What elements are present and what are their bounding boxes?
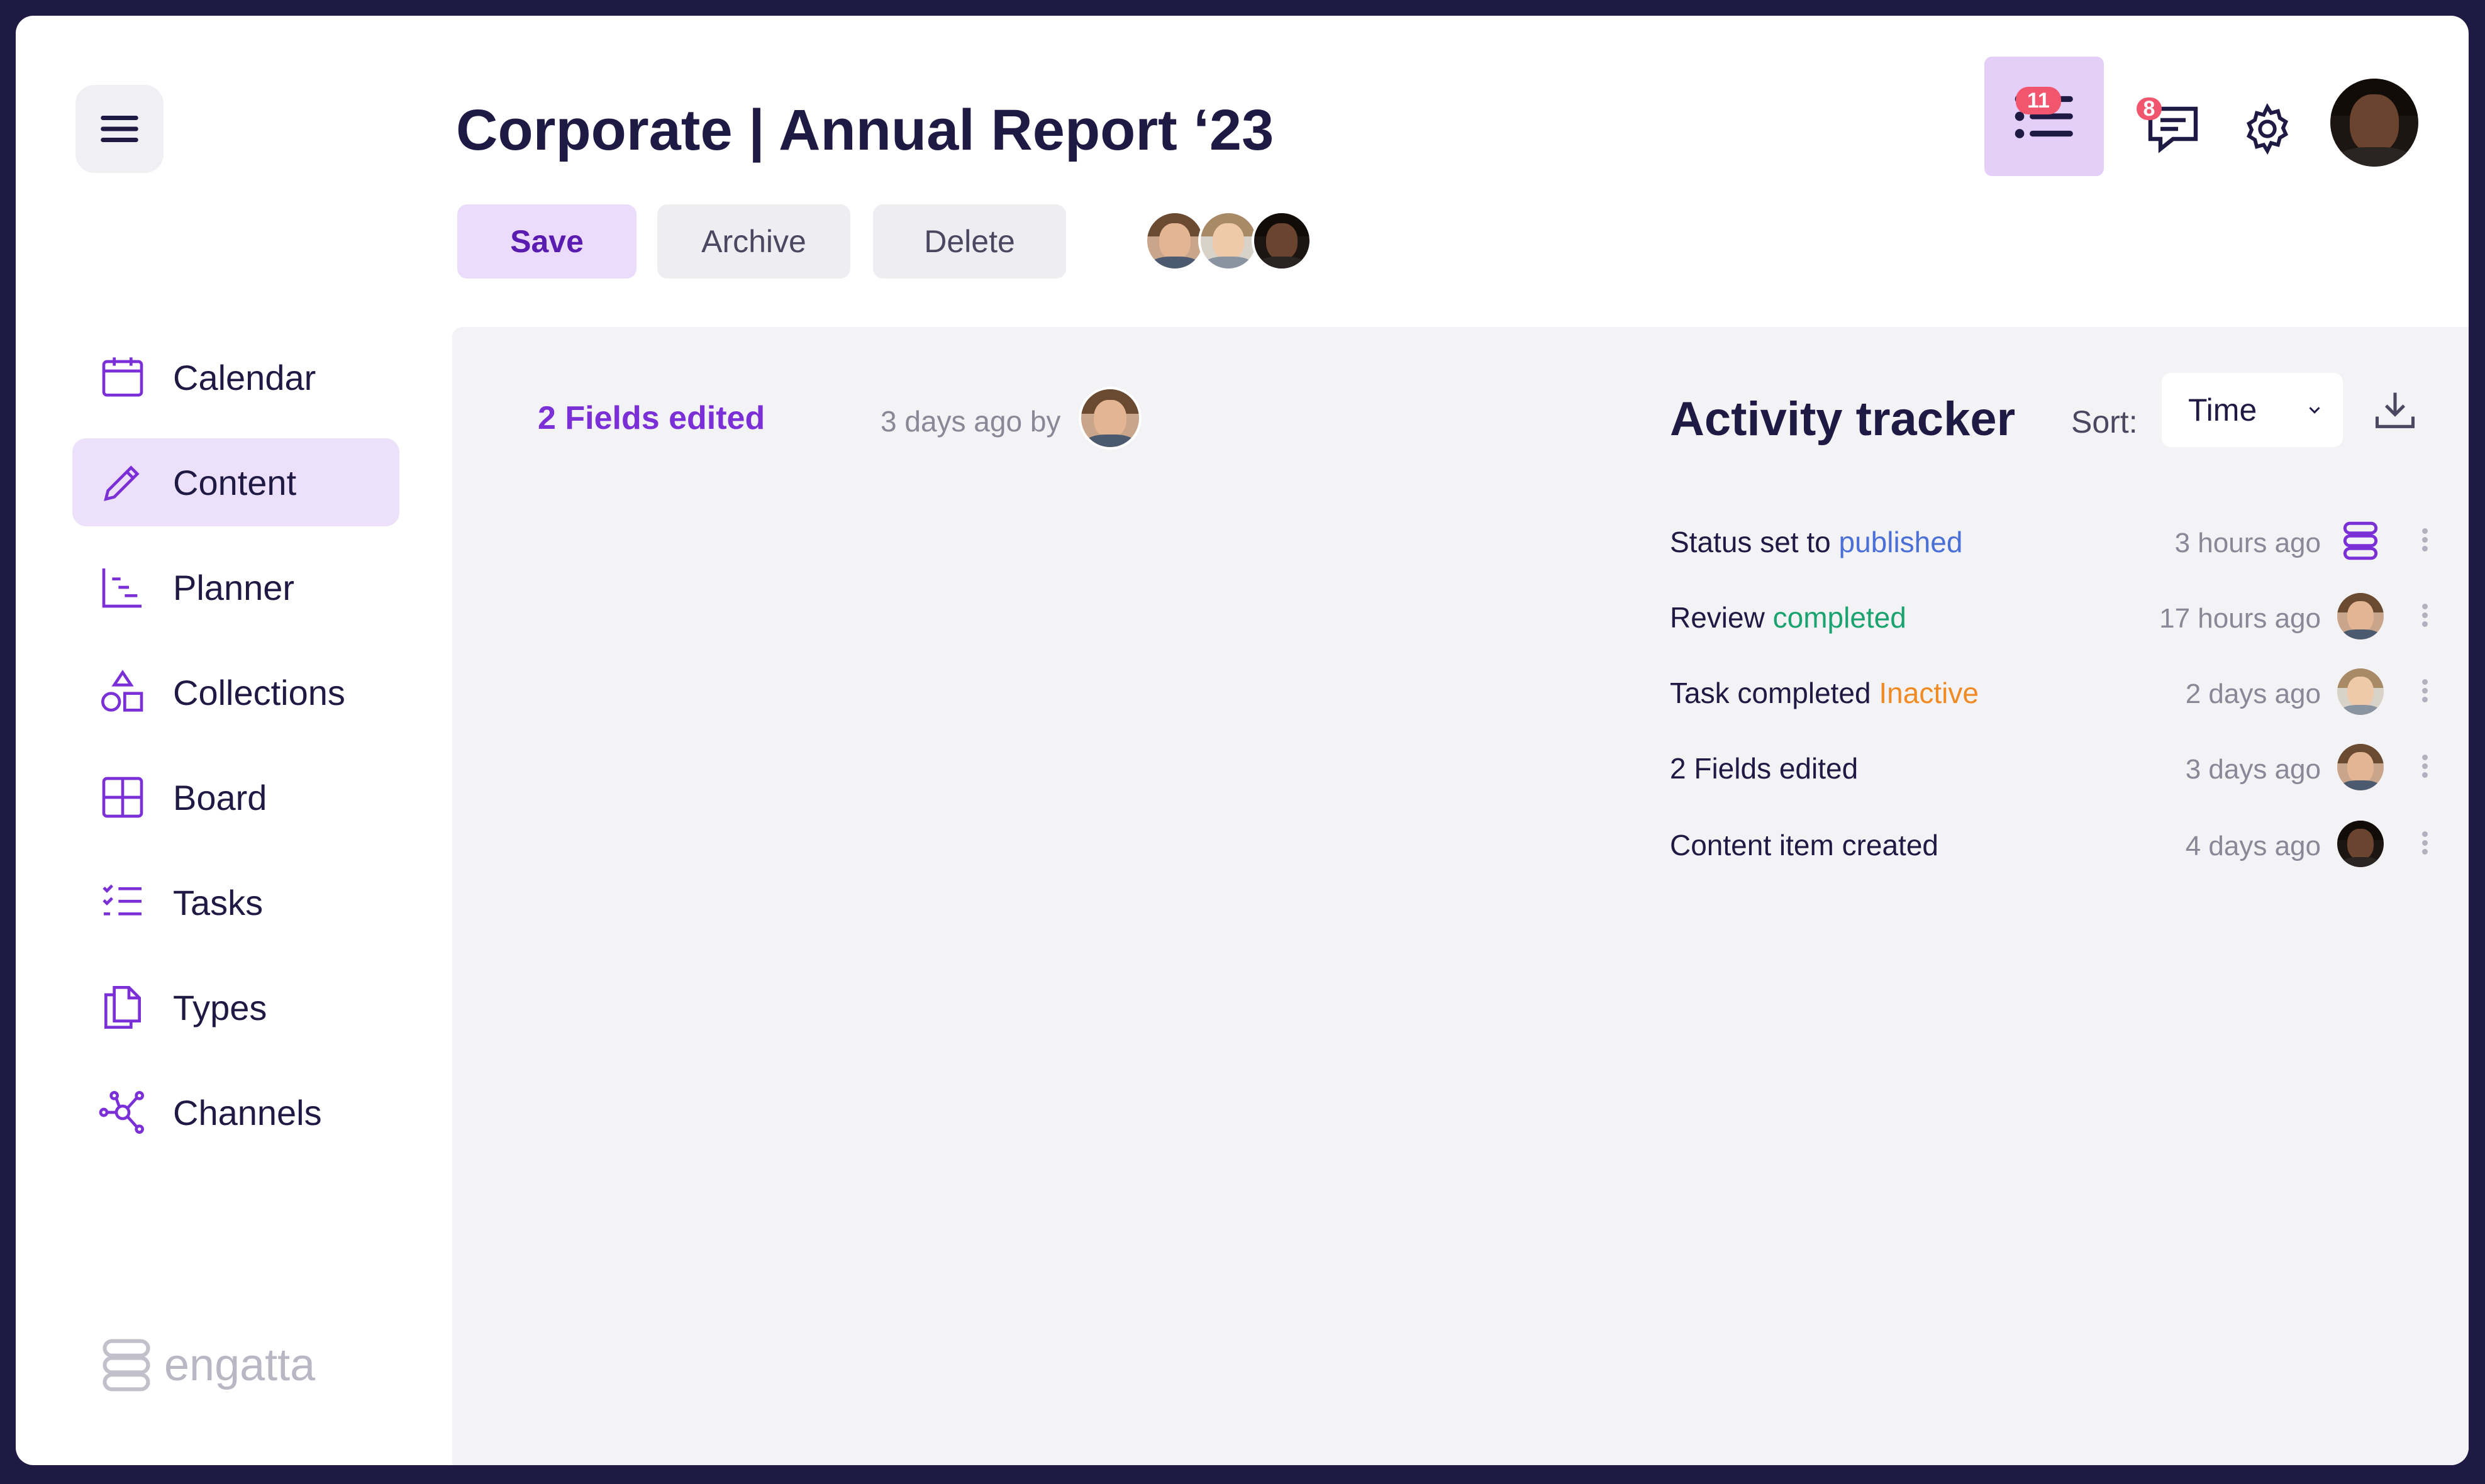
sidebar-item-content[interactable]: Content <box>72 438 399 526</box>
sort-label: Sort: <box>2071 404 2138 440</box>
activity-time: 3 hours ago <box>2174 528 2321 558</box>
sidebar-item-calendar[interactable]: Calendar <box>72 333 399 421</box>
activity-text: 2 Fields edited <box>1670 752 1859 785</box>
edit-summary[interactable]: 2 Fields edited <box>538 399 765 437</box>
avatar[interactable] <box>2337 744 2384 790</box>
avatar[interactable] <box>1198 211 1259 271</box>
menu-button[interactable] <box>75 85 164 173</box>
sidebar-item-planner[interactable]: Planner <box>72 543 399 631</box>
more-options-icon[interactable] <box>2418 601 2431 638</box>
activity-time: 3 days ago <box>2185 754 2321 785</box>
activity-time: 4 days ago <box>2185 831 2321 861</box>
pencil-icon <box>104 465 140 501</box>
app-window: Calendar Content Planner Collections Boa… <box>16 16 2469 1465</box>
list-item: Content item created 4 days ago <box>1670 821 2443 885</box>
logo-text: engatta <box>164 1340 316 1390</box>
editor-avatar[interactable] <box>1079 387 1142 450</box>
main-panel <box>452 327 2469 1465</box>
shapes-icon <box>101 670 143 712</box>
sidebar-item-channels[interactable]: Channels <box>72 1068 399 1156</box>
sidebar-item-label: Content <box>173 462 297 502</box>
download-button[interactable] <box>2371 387 2419 438</box>
list-item: Status set to published 3 hours ago <box>1670 521 2443 582</box>
sort-value: Time <box>2188 392 2257 428</box>
planner-icon <box>102 568 142 608</box>
activity-status: completed <box>1772 601 1906 634</box>
list-item: 2 Fields edited 3 days ago <box>1670 744 2443 808</box>
checklist-icon <box>103 884 142 916</box>
sidebar-item-label: Collections <box>173 672 345 712</box>
activity-tracker-title: Activity tracker <box>1670 392 2016 446</box>
download-icon <box>2375 392 2415 428</box>
sidebar-item-label: Board <box>173 777 267 817</box>
calendar-icon <box>102 357 143 397</box>
engatta-logo-icon <box>103 1339 150 1392</box>
more-options-icon[interactable] <box>2418 828 2431 866</box>
more-options-icon[interactable] <box>2418 525 2431 563</box>
avatar[interactable] <box>2337 821 2384 867</box>
avatar[interactable] <box>1252 211 1312 271</box>
chevron-down-icon <box>2309 407 2320 414</box>
sidebar-item-collections[interactable]: Collections <box>72 648 399 736</box>
engatta-logo-icon <box>2343 521 2378 560</box>
sidebar-item-label: Channels <box>173 1092 322 1132</box>
archive-button[interactable]: Archive <box>657 204 850 279</box>
avatar[interactable] <box>2337 668 2384 715</box>
list-item: Review completed 17 hours ago <box>1670 593 2443 657</box>
avatar[interactable] <box>2337 593 2384 640</box>
more-options-icon[interactable] <box>2418 676 2431 714</box>
tasks-count-badge: 11 <box>2016 87 2061 114</box>
activity-text: Status set to published <box>1670 526 1963 558</box>
network-icon <box>99 1091 145 1134</box>
sidebar-item-tasks[interactable]: Tasks <box>72 858 399 946</box>
more-options-icon[interactable] <box>2418 751 2431 789</box>
gear-icon <box>2246 103 2289 155</box>
sidebar-item-label: Types <box>173 987 267 1027</box>
activity-text: Task completed Inactive <box>1670 677 1979 709</box>
page-title: Corporate | Annual Report ‘23 <box>456 98 1274 162</box>
sidebar-item-label: Planner <box>173 567 295 607</box>
sidebar-item-label: Calendar <box>173 357 316 397</box>
activity-text: Review completed <box>1670 601 1906 634</box>
comments-count-badge: 8 <box>2137 97 2162 121</box>
activity-time: 17 hours ago <box>2159 603 2321 634</box>
sidebar-item-board[interactable]: Board <box>72 753 399 841</box>
user-avatar[interactable] <box>2330 79 2418 167</box>
engatta-logo: engatta <box>97 1336 315 1394</box>
activity-status: published <box>1838 526 1963 558</box>
sidebar-item-label: Tasks <box>173 882 264 922</box>
activity-text: Content item created <box>1670 829 1939 861</box>
sort-select[interactable]: Time <box>2162 373 2343 447</box>
activity-status: Inactive <box>1879 677 1979 709</box>
list-item: Task completed Inactive 2 days ago <box>1670 668 2443 733</box>
tasks-list-button[interactable] <box>1984 57 2104 176</box>
hamburger-icon <box>101 116 138 142</box>
activity-time: 2 days ago <box>2185 678 2321 709</box>
save-button[interactable]: Save <box>457 204 637 279</box>
sidebar-item-types[interactable]: Types <box>72 963 399 1051</box>
documents-icon <box>104 986 141 1029</box>
settings-button[interactable] <box>2236 97 2299 160</box>
board-icon <box>102 777 143 818</box>
sidebar-nav: Calendar Content Planner Collections Boa… <box>72 333 399 1173</box>
avatar[interactable] <box>1145 211 1205 271</box>
delete-button[interactable]: Delete <box>873 204 1066 279</box>
edit-time: 3 days ago by <box>881 405 1061 438</box>
